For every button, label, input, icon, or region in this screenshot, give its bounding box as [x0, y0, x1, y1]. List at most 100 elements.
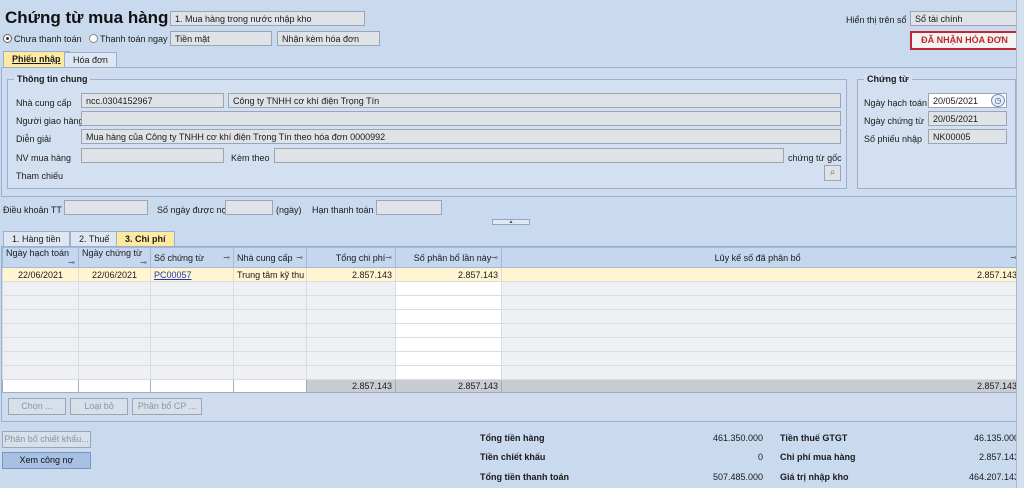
- scrollbar[interactable]: [1016, 0, 1024, 488]
- col-voucher-date[interactable]: Ngày chứng từ ⊸: [78, 247, 151, 268]
- collapse-handle[interactable]: ▲: [492, 219, 530, 225]
- col-cumulative[interactable]: ⊸ Lũy kế số đã phân bổ: [501, 247, 1021, 268]
- goods-total-value: 461.350.000: [712, 433, 763, 443]
- costs-grid: Ngày hạch toán ⊸ Ngày chứng từ ⊸ Số chứng …: [2, 247, 1021, 393]
- calendar-icon[interactable]: ◷: [991, 94, 1005, 107]
- credit-days-unit: (ngày): [276, 205, 302, 215]
- due-date-field[interactable]: [376, 200, 442, 215]
- allocate-discount-button[interactable]: Phân bổ chiết khấu...: [2, 431, 91, 448]
- voucher-date-label: Ngày chứng từ: [864, 116, 925, 126]
- invoice-mode-select[interactable]: Nhận kèm hóa đơn: [277, 31, 380, 46]
- grid-footer-row: 2.857.143 2.857.143 2.857.143: [2, 379, 1021, 393]
- payment-total-value: 507.485.000: [712, 472, 763, 482]
- reference-label: Tham chiếu: [16, 171, 64, 181]
- col-supplier-label: Nhà cung cấp: [237, 252, 293, 263]
- voucher-link[interactable]: PC00057: [154, 270, 192, 280]
- cell-supplier[interactable]: Trung tâm kỹ thu: [233, 267, 307, 282]
- reference-search-icon[interactable]: ⌕: [824, 165, 841, 181]
- display-book-select[interactable]: Sổ tài chính: [910, 11, 1019, 26]
- col-posting-date[interactable]: Ngày hạch toán ⊸: [2, 247, 79, 268]
- purchase-cost-label: Chi phí mua hàng: [780, 452, 856, 462]
- col-total-cost[interactable]: ⊸ Tổng chi phí: [306, 247, 396, 268]
- col-supplier[interactable]: Nhà cung cấp ⊸: [233, 247, 307, 268]
- grid-header-row: Ngày hạch toán ⊸ Ngày chứng từ ⊸ Số chứng …: [2, 247, 1021, 268]
- description-field[interactable]: Mua hàng của Công ty TNHH cơ khí điện Tr…: [81, 129, 841, 144]
- pin-icon[interactable]: ⊸: [296, 253, 303, 262]
- payment-terms-field[interactable]: [64, 200, 148, 215]
- empty-row: [2, 281, 1021, 296]
- voucher-date-field[interactable]: 20/05/2021: [928, 111, 1007, 126]
- col-voucher-no-label: Số chứng từ: [154, 252, 205, 263]
- choose-button[interactable]: Chọn ...: [8, 398, 66, 415]
- credit-days-label: Số ngày được nợ: [157, 205, 228, 215]
- receipt-no-label: Số phiếu nhập: [864, 134, 923, 144]
- cell-posting-date[interactable]: 22/06/2021: [2, 267, 79, 282]
- vat-value: 46.135.000: [973, 433, 1019, 443]
- empty-row: [2, 337, 1021, 352]
- vat-label: Tiền thuế GTGT: [780, 433, 848, 443]
- supplier-label: Nhà cung cấp: [16, 98, 72, 108]
- empty-row: [2, 323, 1021, 338]
- discount-label: Tiền chiết khấu: [480, 452, 546, 462]
- cell-voucher-no[interactable]: PC00057: [150, 267, 234, 282]
- cell-total-cost[interactable]: 2.857.143: [306, 267, 396, 282]
- allocate-cost-button[interactable]: Phân bổ CP ...: [132, 398, 202, 415]
- empty-row: [2, 295, 1021, 310]
- pin-icon[interactable]: ⊸: [223, 253, 230, 262]
- goods-total-label: Tổng tiền hàng: [480, 433, 545, 443]
- col-cumulative-label: Lũy kế số đã phân bổ: [714, 252, 801, 263]
- col-total-cost-label: Tổng chi phí: [335, 252, 386, 263]
- tab-tax[interactable]: 2. Thuế: [70, 231, 119, 247]
- remove-button[interactable]: Loại bỏ: [70, 398, 128, 415]
- radio-unpaid[interactable]: [3, 34, 12, 43]
- pin-icon[interactable]: ⊸: [385, 253, 392, 262]
- col-voucher-date-label: Ngày chứng từ: [82, 248, 143, 259]
- attach-label: Kèm theo: [231, 153, 270, 163]
- invoice-status-badge: ĐÃ NHẬN HÓA ĐƠN: [910, 31, 1019, 50]
- tab-costs[interactable]: 3. Chi phí: [116, 231, 175, 247]
- payment-total-label: Tổng tiền thanh toán: [480, 472, 569, 482]
- buyer-field[interactable]: [81, 148, 224, 163]
- supplier-code-field[interactable]: ncc.0304152967: [81, 93, 224, 108]
- empty-row: [2, 309, 1021, 324]
- purchase-cost-value: 2.857.143: [978, 452, 1019, 462]
- radio-paid-label: Thanh toán ngay: [100, 34, 168, 44]
- col-allocated-label: Số phân bổ lần này: [413, 252, 492, 263]
- buyer-label: NV mua hàng: [16, 153, 72, 163]
- footer-total-cost: 2.857.143: [306, 379, 396, 393]
- col-allocated[interactable]: ⊸ Số phân bổ lần này: [395, 247, 502, 268]
- cell-voucher-date[interactable]: 22/06/2021: [78, 267, 151, 282]
- tab-goods-money[interactable]: 1. Hàng tiền: [3, 231, 70, 247]
- original-docs-label: chứng từ gốc: [788, 153, 842, 163]
- import-value-value: 464.207.143: [968, 472, 1019, 482]
- receipt-no-field[interactable]: NK00005: [928, 129, 1007, 144]
- deliverer-field[interactable]: [81, 111, 841, 126]
- radio-paid[interactable]: [89, 34, 98, 43]
- supplier-name-field[interactable]: Công ty TNHH cơ khí điện Trọng Tín: [228, 93, 841, 108]
- discount-value: 0: [757, 452, 763, 462]
- col-voucher-no[interactable]: Số chứng từ ⊸: [150, 247, 234, 268]
- footer-allocated: 2.857.143: [395, 379, 502, 393]
- payment-method-select[interactable]: Tiền mặt: [170, 31, 272, 46]
- view-debt-button[interactable]: Xem công nợ: [2, 452, 91, 469]
- purchase-type-select[interactable]: 1. Mua hàng trong nước nhập kho: [170, 11, 365, 26]
- cell-allocated[interactable]: 2.857.143: [395, 267, 502, 282]
- attach-field[interactable]: [274, 148, 784, 163]
- col-posting-date-label: Ngày hạch toán: [6, 248, 70, 259]
- credit-days-field[interactable]: [225, 200, 273, 215]
- empty-row: [2, 365, 1021, 380]
- tab-receipt[interactable]: Phiếu nhập: [3, 51, 70, 67]
- general-info-title: Thông tin chung: [14, 74, 91, 84]
- display-on-book-label: Hiển thị trên sổ: [846, 15, 907, 25]
- table-row[interactable]: 22/06/2021 22/06/2021 PC00057 Trung tâm …: [2, 267, 1021, 282]
- posting-date-label: Ngày hạch toán: [864, 98, 928, 108]
- cell-cumulative[interactable]: 2.857.143: [501, 267, 1021, 282]
- tab-invoice[interactable]: Hóa đơn: [64, 52, 117, 68]
- pin-icon[interactable]: ⊸: [491, 253, 498, 262]
- import-value-label: Giá trị nhập kho: [780, 472, 849, 482]
- empty-row: [2, 351, 1021, 366]
- voucher-group-title: Chứng từ: [864, 74, 912, 84]
- pin-icon[interactable]: ⊸: [140, 258, 147, 267]
- pin-icon[interactable]: ⊸: [68, 258, 75, 267]
- radio-unpaid-label: Chưa thanh toán: [14, 34, 82, 44]
